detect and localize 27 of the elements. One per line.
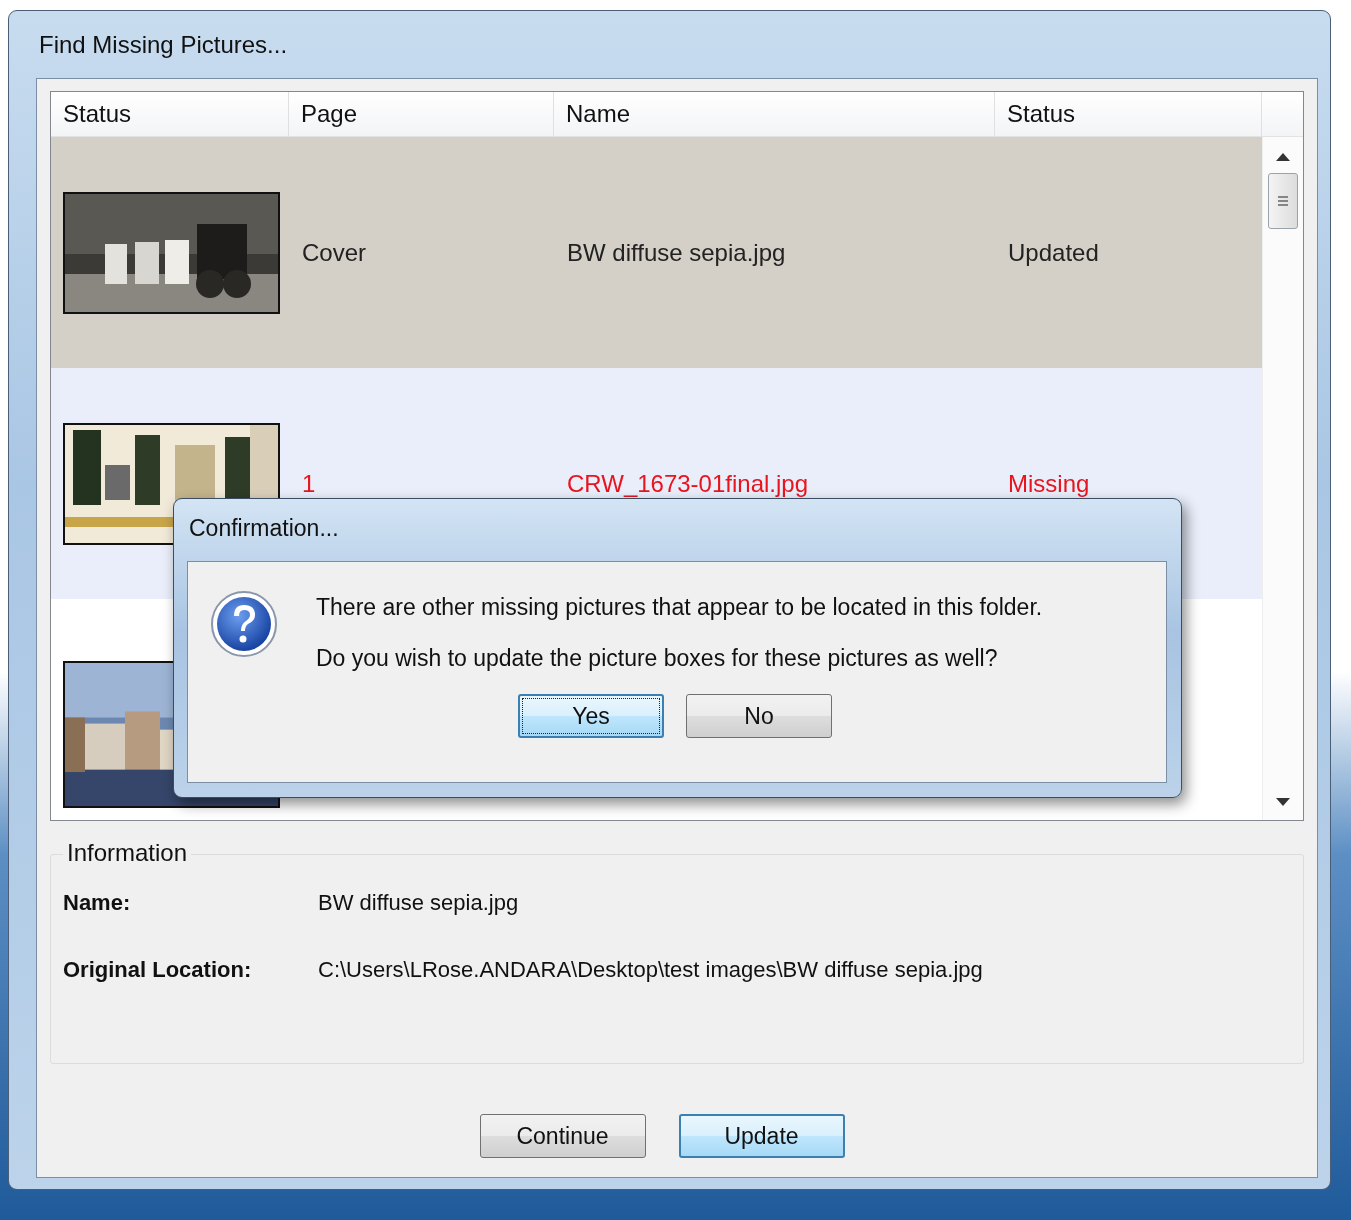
dialog-title: Confirmation...: [189, 515, 339, 542]
field-label: Name:: [63, 890, 132, 917]
file-name-cell: CRW_1673-01final.jpg: [567, 469, 809, 498]
field-value: BW diffuse sepia.jpg: [318, 890, 519, 917]
scroll-up-icon[interactable]: [1276, 153, 1290, 161]
status-cell: Missing: [1008, 469, 1090, 498]
scrollbar[interactable]: [1262, 137, 1303, 820]
file-name-cell: BW diffuse sepia.jpg: [567, 238, 786, 267]
column-header[interactable]: Page: [289, 92, 554, 136]
scroll-thumb[interactable]: [1268, 173, 1298, 229]
field-label: Original Location:: [63, 957, 253, 984]
scroll-down-icon[interactable]: [1276, 798, 1290, 806]
dialog-message: Do you wish to update the picture boxes for these pictures as well?: [316, 644, 999, 673]
action-button[interactable]: Continue: [479, 1114, 646, 1158]
column-header[interactable]: Status: [51, 92, 289, 136]
page-cell: Cover: [302, 238, 367, 267]
action-button[interactable]: Update: [678, 1114, 845, 1158]
dialog-button[interactable]: Yes: [518, 694, 664, 738]
question-icon: [210, 590, 278, 658]
status-cell: Updated: [1008, 238, 1099, 267]
page-cell: 1: [302, 469, 316, 498]
table-row[interactable]: Cover BW diffuse sepia.jpg Updated: [51, 137, 1262, 368]
column-header[interactable]: Status: [995, 92, 1262, 136]
column-header[interactable]: Name: [554, 92, 995, 136]
dialog-button[interactable]: No: [686, 694, 832, 738]
field-value: C:\Users\LRose.ANDARA\Desktop\test images\BW diffuse sepia.jpg: [318, 957, 983, 984]
window-title: Find Missing Pictures...: [39, 31, 288, 59]
